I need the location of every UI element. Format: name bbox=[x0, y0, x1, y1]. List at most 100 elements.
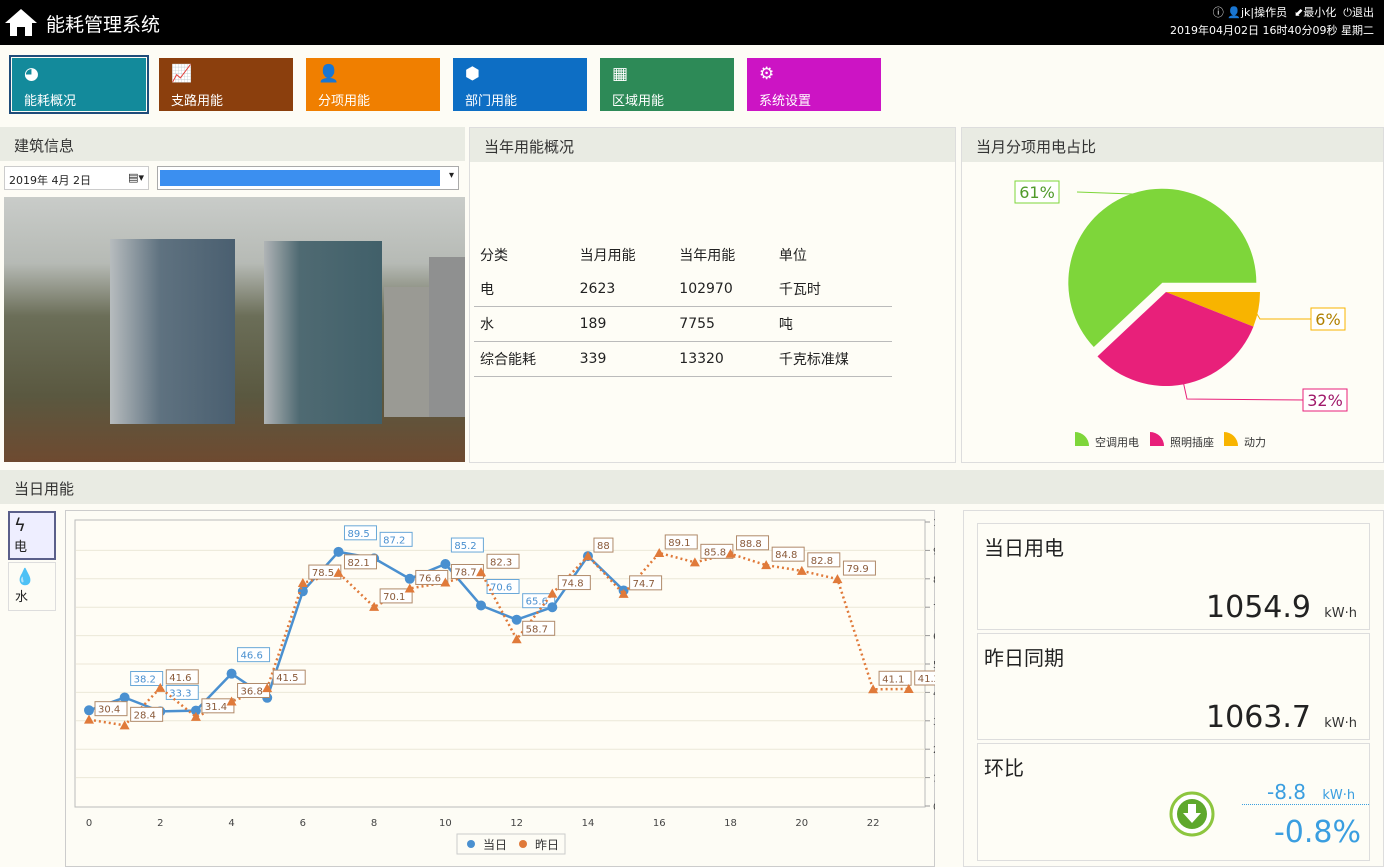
point-today bbox=[404, 573, 415, 584]
point-today bbox=[226, 668, 237, 679]
table-row: 电 2623 102970 千瓦时 bbox=[474, 272, 892, 307]
logout-button[interactable]: ⏻退出 bbox=[1343, 6, 1374, 19]
data-label: 87.2 bbox=[383, 535, 405, 546]
diff-value: -8.8 bbox=[1267, 780, 1307, 804]
y-tick-label: 70 bbox=[933, 603, 935, 614]
overview-icon: ◕ bbox=[24, 64, 39, 84]
x-tick-label: 16 bbox=[653, 818, 666, 829]
nav-settings[interactable]: ⚙ 系统设置 bbox=[747, 58, 881, 111]
daily-line-chart: 0 10 20 30 40 50 60 70 80 90 100 0 2 4 6 8 10 12 14 16 18 20 2… bbox=[74, 518, 935, 855]
tab-electricity[interactable]: ϟ电 bbox=[8, 511, 56, 560]
department-icon: ⬢ bbox=[465, 64, 480, 84]
data-label: 74.8 bbox=[561, 579, 583, 590]
x-tick-label: 10 bbox=[439, 818, 452, 829]
table-row: 水 189 7755 吨 bbox=[474, 306, 892, 342]
data-label: 88 bbox=[597, 541, 610, 552]
date-picker[interactable]: 2019年 4月 2日 ▤▾ bbox=[4, 166, 149, 190]
data-label: 41.1 bbox=[882, 674, 904, 685]
info-icon[interactable]: ⓘ bbox=[1213, 6, 1224, 19]
data-label: 41.5 bbox=[276, 673, 298, 684]
x-tick-label: 12 bbox=[510, 818, 523, 829]
x-tick-label: 0 bbox=[86, 818, 92, 829]
nav-branch[interactable]: 📈 支路用能 bbox=[159, 58, 293, 111]
point-today bbox=[84, 705, 94, 716]
data-label: 89.1 bbox=[668, 538, 690, 549]
annual-panel: 当年用能概况 分类 当月用能 当年用能 单位 电 2623 102970 千瓦时 水 189 7… bbox=[469, 127, 956, 463]
data-label: 41.2 bbox=[918, 674, 935, 685]
data-label: 65.6 bbox=[526, 597, 548, 608]
table-row: 综合能耗 339 13320 千克标准煤 bbox=[474, 341, 892, 377]
settings-icon: ⚙ bbox=[759, 64, 775, 84]
x-tick-label: 2 bbox=[157, 818, 163, 829]
nav-itemized[interactable]: 👤 分项用能 bbox=[306, 58, 440, 111]
home-icon[interactable] bbox=[4, 7, 38, 37]
chevron-down-icon: ▾ bbox=[448, 170, 454, 181]
pie-leader-line bbox=[1253, 308, 1315, 320]
branch-icon: 📈 bbox=[171, 64, 193, 84]
data-label: 89.5 bbox=[347, 529, 369, 540]
yesterday-value: 1063.7 bbox=[1206, 700, 1311, 735]
x-tick-label: 4 bbox=[228, 818, 234, 829]
data-label: 33.3 bbox=[169, 688, 191, 699]
y-tick-label: 80 bbox=[933, 575, 935, 586]
user-name: jk|操作员 bbox=[1240, 6, 1288, 19]
pie-label-0: 61% bbox=[1019, 183, 1055, 202]
data-label: 70.6 bbox=[490, 582, 512, 593]
data-label: 78.5 bbox=[312, 568, 334, 579]
data-label: 58.7 bbox=[526, 624, 548, 635]
point-today bbox=[547, 602, 558, 613]
water-drop-icon: 💧 bbox=[15, 567, 35, 586]
point-today bbox=[297, 586, 308, 597]
y-tick-label: 100 bbox=[933, 518, 935, 529]
data-label: 28.4 bbox=[134, 710, 156, 721]
calendar-icon: ▤▾ bbox=[128, 171, 144, 184]
data-label: 88.8 bbox=[740, 539, 762, 550]
pie-chart: 6% 32% 61% 空调用电 照明插座 动力 bbox=[1014, 180, 1348, 449]
yesterday-card: 昨日同期 1063.7 kW·h bbox=[977, 633, 1370, 740]
point-today bbox=[119, 692, 130, 703]
y-tick-label: 40 bbox=[933, 688, 935, 699]
building-select[interactable]: ▾ bbox=[157, 166, 459, 190]
x-tick-label: 8 bbox=[371, 818, 377, 829]
data-label: 70.1 bbox=[383, 592, 405, 603]
legend-label: 当日 bbox=[483, 838, 507, 852]
legend-marker bbox=[519, 840, 527, 848]
data-label: 31.4 bbox=[205, 702, 227, 713]
nav-overview[interactable]: ◕ 能耗概况 bbox=[9, 55, 149, 114]
data-label: 85.8 bbox=[704, 547, 726, 558]
datetime: 2019年04月02日 16时40分09秒 星期二 bbox=[1170, 24, 1374, 37]
user-icon: 👤 bbox=[1227, 6, 1241, 19]
annual-table: 分类 当月用能 当年用能 单位 电 2623 102970 千瓦时 水 189 7755 吨 综合… bbox=[474, 238, 892, 377]
pie-panel: 当月分项用电占比 6% 32% 61% 空调用电 照明插座 动力 bbox=[961, 127, 1384, 463]
x-tick-label: 22 bbox=[867, 818, 880, 829]
data-label: 36.8 bbox=[241, 686, 263, 697]
top-bar: 能耗管理系统 ⓘ 👤jk|操作员 ⬋最小化 ⏻退出 2019年04月02日 16… bbox=[0, 0, 1384, 45]
data-label: 85.2 bbox=[454, 541, 476, 552]
data-label: 74.7 bbox=[633, 579, 655, 590]
tab-water[interactable]: 💧 水 bbox=[8, 562, 56, 611]
data-label: 76.6 bbox=[419, 573, 441, 584]
y-tick-label: 90 bbox=[933, 546, 935, 557]
nav-department[interactable]: ⬢ 部门用能 bbox=[453, 58, 587, 111]
y-tick-label: 10 bbox=[933, 774, 935, 785]
today-card: 当日用电 1054.9 kW·h bbox=[977, 523, 1370, 630]
x-tick-label: 6 bbox=[300, 818, 306, 829]
pie-leader-line bbox=[1182, 379, 1308, 401]
data-label: 78.7 bbox=[454, 567, 476, 578]
pie-title: 当月分项用电占比 bbox=[962, 128, 1383, 162]
arrow-down-icon bbox=[1169, 791, 1215, 837]
x-tick-label: 20 bbox=[795, 818, 808, 829]
data-label: 79.9 bbox=[846, 564, 868, 575]
point-today bbox=[333, 546, 344, 557]
minimize-button[interactable]: ⬋最小化 bbox=[1294, 6, 1336, 19]
nav-area[interactable]: ▦ 区域用能 bbox=[600, 58, 734, 111]
data-label: 38.2 bbox=[134, 675, 156, 686]
y-tick-label: 30 bbox=[933, 717, 935, 728]
legend-swatch-0 bbox=[1075, 432, 1089, 446]
legend-label-1: 照明插座 bbox=[1170, 435, 1214, 449]
data-label: 82.3 bbox=[490, 557, 512, 568]
itemized-icon: 👤 bbox=[318, 64, 340, 84]
data-label: 84.8 bbox=[775, 550, 797, 561]
legend-label-2: 动力 bbox=[1244, 436, 1266, 449]
pie-label-2: 6% bbox=[1315, 310, 1340, 329]
